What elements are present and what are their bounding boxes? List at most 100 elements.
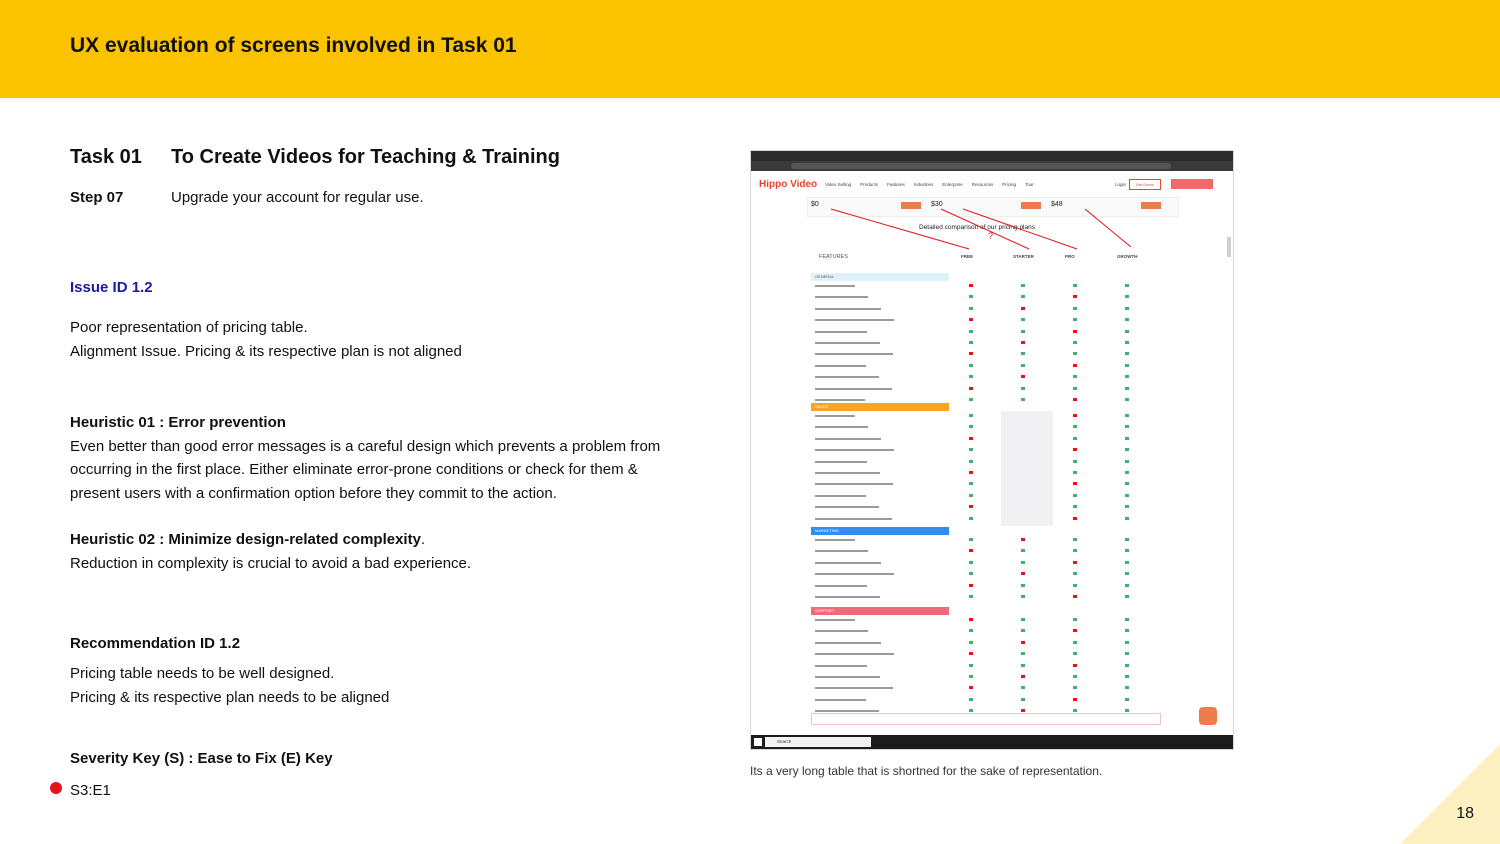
taskbar-search-text: Search [777, 739, 792, 744]
cross-mark-icon [1021, 375, 1025, 379]
check-mark-icon [1021, 318, 1025, 322]
task-label: Task 01 [70, 146, 142, 168]
check-mark-icon [969, 459, 973, 463]
header-bar: UX evaluation of screens involved in Tas… [0, 0, 1500, 98]
table-section-label: MARKETING [815, 528, 839, 533]
cross-mark-icon [1021, 675, 1025, 678]
task-title: To Create Videos for Teaching & Training [171, 146, 560, 168]
check-mark-icon [1021, 386, 1025, 390]
table-row-feature [815, 653, 894, 656]
table-row-feature [815, 460, 867, 463]
chat-widget-icon[interactable] [1199, 707, 1217, 725]
check-mark-icon [1125, 436, 1129, 440]
scrollbar-thumb[interactable] [1227, 237, 1231, 257]
cross-mark-icon [969, 686, 973, 690]
see-all-button[interactable] [811, 713, 1161, 725]
check-mark-icon [1125, 306, 1129, 310]
table-row-feature [815, 296, 868, 299]
features-column-label: FEATURES [819, 254, 848, 260]
page-title: UX evaluation of screens involved in Tas… [70, 34, 517, 57]
check-mark-icon [1125, 697, 1129, 701]
severity-key-title: Severity Key (S) : Ease to Fix (E) Key [70, 750, 333, 767]
check-mark-icon [1073, 375, 1077, 379]
check-mark-icon [1125, 414, 1129, 417]
check-mark-icon [969, 375, 973, 379]
cross-mark-icon [1021, 640, 1025, 644]
table-row-feature [815, 506, 879, 509]
check-mark-icon [1073, 436, 1077, 440]
check-mark-icon [969, 295, 973, 299]
check-mark-icon [1125, 663, 1129, 667]
corner-decoration [1400, 744, 1500, 844]
table-row-feature [815, 426, 868, 429]
cross-mark-icon [1073, 516, 1077, 520]
table-row-feature [815, 387, 892, 390]
check-mark-icon [969, 572, 973, 576]
check-mark-icon [969, 341, 973, 344]
check-mark-icon [1125, 686, 1129, 690]
cross-mark-icon [969, 284, 973, 287]
table-row-feature [815, 630, 868, 633]
check-mark-icon [1021, 629, 1025, 633]
table-section-bar: MARKETING [811, 527, 949, 535]
heuristic-02-text: Reduction in complexity is crucial to av… [70, 554, 472, 572]
blank-column-block [1001, 411, 1053, 526]
heuristic-02-title: Heuristic 02 : Minimize design-related c… [70, 531, 421, 548]
check-mark-icon [1125, 709, 1129, 713]
pricing-page-screenshot: Hippo Video Video Selling Products Feature… [750, 150, 1234, 750]
check-mark-icon [969, 482, 973, 486]
check-mark-icon [1073, 386, 1077, 390]
check-mark-icon [1021, 652, 1025, 656]
table-row-feature [815, 561, 881, 564]
table-row-feature [815, 584, 867, 587]
check-mark-icon [969, 697, 973, 701]
issue-line-2: Alignment Issue. Pricing & its respectiv… [70, 342, 462, 360]
check-mark-icon [1021, 295, 1025, 299]
plan-header: FREE [961, 254, 974, 259]
windows-start-icon[interactable] [754, 738, 762, 746]
table-row-feature [815, 483, 893, 486]
cross-mark-icon [1073, 595, 1077, 598]
table-row-feature [815, 494, 866, 497]
cross-mark-icon [1021, 572, 1025, 576]
check-mark-icon [1125, 618, 1129, 621]
issue-description: Poor representation of pricing table. Al… [70, 316, 670, 363]
recommendation-id: Recommendation ID 1.2 [70, 635, 241, 652]
table-row-feature [815, 437, 881, 440]
cross-mark-icon [1021, 306, 1025, 310]
plan-header: PRO [1065, 254, 1075, 259]
check-mark-icon [1073, 425, 1077, 429]
table-section-bar: GENERAL [811, 273, 949, 281]
check-mark-icon [1125, 448, 1129, 452]
screenshot-caption: Its a very long table that is shortned f… [750, 764, 1103, 778]
cross-mark-icon [969, 652, 973, 656]
taskbar: Search [751, 735, 1233, 749]
check-mark-icon [1021, 284, 1025, 287]
table-row-feature [815, 449, 894, 452]
plan-header: GROWTH [1117, 254, 1138, 259]
cross-mark-icon [969, 618, 973, 621]
cross-mark-icon [1073, 398, 1077, 401]
check-mark-icon [1021, 663, 1025, 667]
check-mark-icon [1073, 618, 1077, 621]
check-mark-icon [1125, 341, 1129, 344]
check-mark-icon [969, 425, 973, 429]
table-row-feature [815, 307, 881, 310]
heuristic-01-text: Even better than good error messages is … [70, 437, 661, 502]
check-mark-icon [1125, 471, 1129, 474]
check-mark-icon [1073, 675, 1077, 678]
table-section-bar: SALES [811, 403, 949, 411]
check-mark-icon [1125, 329, 1129, 333]
check-mark-icon [969, 329, 973, 333]
check-mark-icon [1125, 583, 1129, 587]
table-row-feature [815, 330, 867, 333]
table-section-label: GENERAL [815, 274, 835, 279]
check-mark-icon [1073, 284, 1077, 287]
cross-mark-icon [1021, 538, 1025, 541]
check-mark-icon [1125, 352, 1129, 356]
check-mark-icon [1125, 505, 1129, 509]
check-mark-icon [1125, 284, 1129, 287]
cross-mark-icon [1073, 448, 1077, 452]
taskbar-search-box[interactable]: Search [765, 737, 871, 747]
table-row-feature [815, 415, 855, 417]
